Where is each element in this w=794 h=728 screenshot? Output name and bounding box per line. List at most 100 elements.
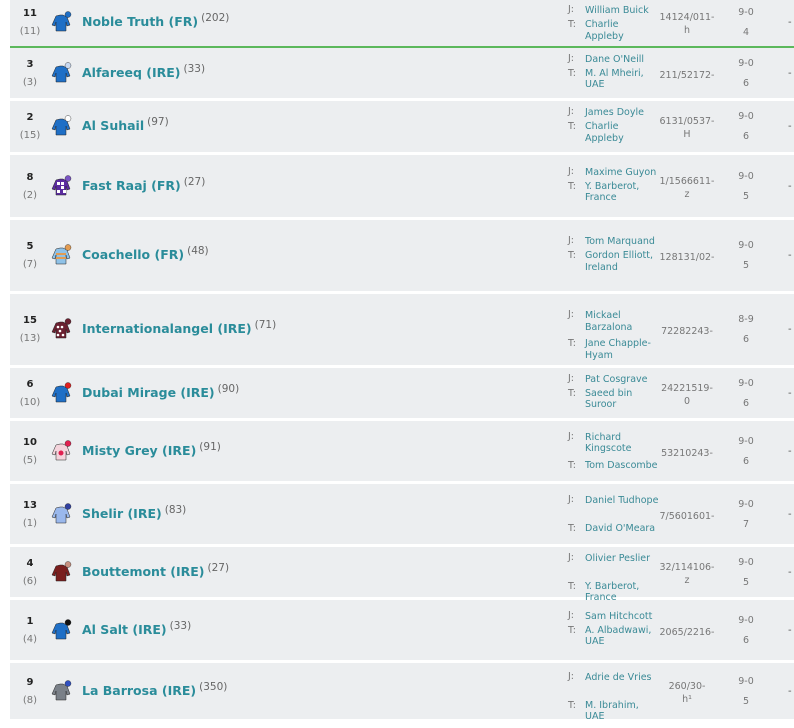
jockey-trainer: J: Tom Marquand T: Gordon Elliott, Ireland <box>568 220 658 294</box>
trainer-name-link[interactable]: Saeed bin Suroor <box>585 388 659 411</box>
jockey-name-link[interactable]: Mickael Barzalona <box>585 310 659 333</box>
jockey-name-link[interactable]: Daniel Tudhope <box>585 495 659 507</box>
trainer-name-link[interactable]: Charlie Appleby <box>585 121 659 144</box>
trainer-name-link[interactable]: Charlie Appleby <box>585 19 659 42</box>
horse-name-link[interactable]: Fast Raaj (FR) (27) <box>82 175 206 193</box>
form-figures: 260/30- h¹ <box>658 680 716 706</box>
jockey-name-link[interactable]: Dane O'Neill <box>585 54 659 66</box>
runner-draw: (3) <box>22 76 38 88</box>
jockey-trainer: J: Adrie de Vries T: M. Ibrahim, UAE <box>568 663 659 723</box>
silk-container <box>50 61 72 84</box>
jockey-name-link[interactable]: Olivier Peslier <box>585 553 659 565</box>
trainer-name-link[interactable]: Gordon Elliott, Ireland <box>585 250 659 273</box>
silk-container <box>50 618 72 641</box>
form-line-2: h¹ <box>682 693 692 705</box>
runner-row[interactable]: 10 (5) Misty Grey (IRE) (91) J: Richard Kings… <box>10 421 794 484</box>
jockey-label: J: <box>568 4 575 15</box>
form-line: 128131/02- <box>659 252 715 263</box>
silk-container <box>50 115 72 137</box>
jockey-label: J: <box>568 670 575 682</box>
runner-number: 3 <box>26 58 34 70</box>
jockey-silk-icon <box>51 244 72 265</box>
jockey-name-link[interactable]: William Buick <box>585 5 659 17</box>
trainer-name-link[interactable]: A. Albadwawi, UAE <box>585 625 659 648</box>
horse-rating: (90) <box>217 382 240 395</box>
weight-age: 9-0 5 <box>732 239 760 273</box>
horse-name[interactable]: Al Suhail <box>82 118 144 133</box>
trainer-label: T: <box>568 522 576 534</box>
runner-row[interactable]: 11 (11) Noble Truth (FR) (202) J: William Bui… <box>10 0 794 48</box>
jockey-trainer: J: Dane O'Neill T: M. Al Mheiri, UAE <box>568 48 658 101</box>
horse-name[interactable]: Al Salt (IRE) <box>82 622 167 637</box>
horse-name[interactable]: Alfareeq (IRE) <box>82 65 181 80</box>
horse-rating: (27) <box>183 175 206 188</box>
horse-name-link[interactable]: Noble Truth (FR) (202) <box>82 12 230 29</box>
jockey-name-link[interactable]: Pat Cosgrave <box>585 374 659 386</box>
odds-placeholder: - <box>788 445 792 457</box>
form-figures: 6131/0537- H <box>658 115 716 141</box>
trainer-name-link[interactable]: M. Ibrahim, UAE <box>585 700 659 723</box>
jockey-label: J: <box>568 609 575 621</box>
horse-rating: (202) <box>201 12 230 24</box>
horse-name[interactable]: Shelir (IRE) <box>82 506 162 521</box>
runner-row[interactable]: 13 (1) Shelir (IRE) (83) J: Daniel Tudhope T: D… <box>10 484 794 547</box>
runner-row[interactable]: 1 (4) Al Salt (IRE) (33) J: Sam Hitchcott T: A.… <box>10 600 794 663</box>
horse-name[interactable]: Fast Raaj (FR) <box>82 178 181 193</box>
horse-name-link[interactable]: Shelir (IRE) (83) <box>82 504 186 521</box>
horse-name-link[interactable]: Al Suhail (97) <box>82 116 169 133</box>
runner-row[interactable]: 5 (7) Coachello (FR) (48) J: Tom Marquand T: Go… <box>10 220 794 294</box>
silk-container <box>50 318 72 340</box>
horse-name[interactable]: La Barrosa (IRE) <box>82 683 196 698</box>
form-line: 260/30- <box>668 680 706 692</box>
runner-row[interactable]: 8 (2) Fast Raaj (FR) (27) J: Maxime Guyon T: Y.… <box>10 155 794 220</box>
horse-name[interactable]: Misty Grey (IRE) <box>82 443 196 458</box>
horse-name-link[interactable]: Misty Grey (IRE) (91) <box>82 441 221 458</box>
runner-row[interactable]: 4 (6) Bouttemont (IRE) (27) J: Olivier Peslie… <box>10 547 794 603</box>
horse-name-link[interactable]: Dubai Mirage (IRE) (90) <box>82 382 240 400</box>
age: 5 <box>742 260 750 271</box>
horse-name-link[interactable]: Alfareeq (IRE) (33) <box>82 63 205 80</box>
jockey-name-link[interactable]: Sam Hitchcott <box>585 611 659 623</box>
trainer-name-link[interactable]: David O'Meara <box>585 523 659 535</box>
runner-draw: (2) <box>22 189 38 201</box>
horse-name-link[interactable]: Coachello (FR) (48) <box>82 245 209 262</box>
weight: 9-0 <box>738 556 754 568</box>
runner-draw: (1) <box>22 517 38 529</box>
form-line: 211/52172- <box>659 69 715 81</box>
runner-number: 13 <box>23 499 37 511</box>
horse-name[interactable]: Coachello (FR) <box>82 247 184 262</box>
runner-draw: (5) <box>22 454 38 466</box>
jockey-name-link[interactable]: Adrie de Vries <box>585 672 659 684</box>
jockey-name-link[interactable]: Tom Marquand <box>585 236 659 248</box>
odds-placeholder: - <box>788 67 792 79</box>
trainer-name-link[interactable]: Tom Dascombe <box>585 460 659 472</box>
horse-name-link[interactable]: Bouttemont (IRE) (27) <box>82 562 229 579</box>
runner-row[interactable]: 3 (3) Alfareeq (IRE) (33) J: Dane O'Neill T: M.… <box>10 48 794 101</box>
trainer-name-link[interactable]: Y. Barberot, France <box>585 181 659 204</box>
horse-name-link[interactable]: La Barrosa (IRE) (350) <box>82 681 227 698</box>
horse-name-link[interactable]: Al Salt (IRE) (33) <box>82 620 191 637</box>
horse-name[interactable]: Noble Truth (FR) <box>82 14 198 29</box>
runner-row[interactable]: 15 (13) Internationalangel (IRE) (71) J: Mick… <box>10 294 794 368</box>
jockey-name-link[interactable]: James Doyle <box>585 107 659 119</box>
form-line: 24221519- <box>661 382 713 394</box>
horse-name[interactable]: Internationalangel (IRE) <box>82 321 252 336</box>
jockey-trainer: J: Maxime Guyon T: Y. Barberot, France <box>568 155 658 220</box>
horse-name-link[interactable]: Internationalangel (IRE) (71) <box>82 319 276 336</box>
jockey-silk-icon <box>51 381 72 402</box>
runner-row[interactable]: 2 (15) Al Suhail (97) J: James Doyle T: Charlie… <box>10 101 794 155</box>
trainer-label: T: <box>568 19 576 30</box>
form-line-2: h <box>683 25 691 36</box>
runner-row[interactable]: 6 (10) Dubai Mirage (IRE) (90) J: Pat Cosgrav… <box>10 368 794 421</box>
trainer-name-link[interactable]: M. Al Mheiri, UAE <box>585 68 659 91</box>
trainer-label: T: <box>568 67 576 79</box>
jockey-trainer: J: Sam Hitchcott T: A. Albadwawi, UAE <box>568 600 658 663</box>
runner-row[interactable]: 9 (8) La Barrosa (IRE) (350) J: Adrie de Vrie… <box>10 663 794 722</box>
horse-name[interactable]: Bouttemont (IRE) <box>82 564 205 579</box>
jockey-name-link[interactable]: Richard Kingscote <box>585 432 659 455</box>
jockey-name-link[interactable]: Maxime Guyon <box>585 167 659 179</box>
horse-name[interactable]: Dubai Mirage (IRE) <box>82 385 215 400</box>
trainer-name-link[interactable]: Jane Chapple-Hyam <box>585 338 659 361</box>
runner-number: 8 <box>26 171 34 183</box>
runner-number: 15 <box>23 315 37 326</box>
